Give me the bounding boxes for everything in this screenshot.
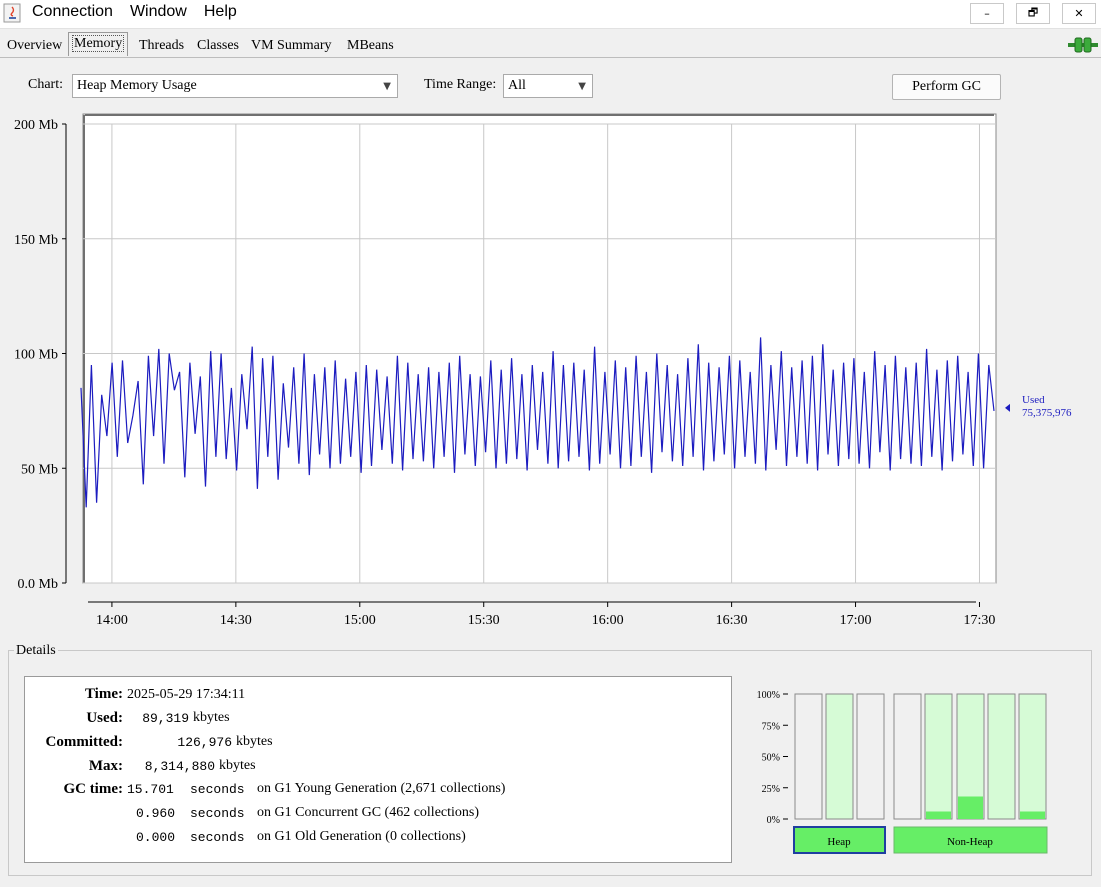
plot-area <box>82 113 997 584</box>
minimize-icon: – <box>984 7 990 20</box>
series-current-value: 75,375,976 <box>1022 407 1072 419</box>
x-tick-label: 14:30 <box>220 613 252 628</box>
used-value: 89,319 <box>142 711 189 726</box>
nonheap-pool-used-fill <box>1020 811 1045 819</box>
chevron-down-icon: ▼ <box>578 81 586 92</box>
perform-gc-button[interactable]: Perform GC <box>892 74 1001 100</box>
heap-memory-chart: 200 Mb 150 Mb 100 Mb 50 Mb 0.0 Mb 14:00 14:30 1… <box>14 113 1072 628</box>
tab-label: VM Summary <box>251 38 332 53</box>
nonheap-pool-bar <box>924 693 953 820</box>
max-value: 8,314,880 <box>144 759 215 774</box>
time-range-select[interactable]: All ▼ <box>503 74 593 98</box>
nonheap-pool-bar <box>893 693 922 820</box>
time-key: Time: <box>84 686 123 702</box>
heap-pool-bar <box>825 693 854 820</box>
tab-label: Memory <box>71 35 125 52</box>
series-name-label: Used <box>1022 394 1045 406</box>
gc-time-key: GC time: <box>63 781 123 797</box>
nonheap-pool-used-fill <box>958 796 983 819</box>
committed-value: 126,976 <box>177 735 232 750</box>
tab-threads[interactable]: Threads <box>134 34 189 56</box>
java-app-icon <box>3 3 21 23</box>
restore-button[interactable]: 🗗 <box>1016 3 1050 24</box>
gc-young-unit: seconds <box>190 782 245 797</box>
menu-bar: Connection Window Help <box>32 3 254 21</box>
details-info-box: Time: 2025-05-29 17:34:11 Used: 89,319 k… <box>24 676 732 863</box>
close-icon: ✕ <box>1074 7 1084 20</box>
x-tick-label: 15:00 <box>344 613 376 628</box>
menu-window[interactable]: Window <box>130 3 187 21</box>
y-tick-label: 50 Mb <box>21 462 58 477</box>
pool-tick-label: 50% <box>762 753 780 764</box>
gc-old-unit: seconds <box>190 830 245 845</box>
y-tick-label: 100 Mb <box>14 348 58 363</box>
x-tick-label: 17:30 <box>964 613 996 628</box>
y-tick-label: 150 Mb <box>14 233 58 248</box>
menu-connection[interactable]: Connection <box>32 3 113 21</box>
tab-label: Threads <box>139 38 185 53</box>
details-title: Details <box>14 643 58 659</box>
max-key: Max: <box>88 758 123 774</box>
time-range-value: All <box>508 78 526 93</box>
tab-overview[interactable]: Overview <box>2 34 67 56</box>
y-tick-label: 200 Mb <box>14 118 58 133</box>
gc-old-seconds: 0.000 <box>136 830 176 845</box>
chart-label: Chart: <box>28 77 63 92</box>
current-value-marker <box>1005 403 1010 412</box>
minimize-button[interactable]: – <box>970 3 1004 24</box>
nonheap-pool-used-fill <box>926 811 951 819</box>
chart-select-value: Heap Memory Usage <box>77 78 197 93</box>
tab-label: Overview <box>7 38 63 53</box>
pool-tick-label: 25% <box>762 784 780 795</box>
y-tick-label: 0.0 Mb <box>18 577 58 592</box>
close-button[interactable]: ✕ <box>1062 3 1096 24</box>
chart-select[interactable]: Heap Memory Usage ▼ <box>72 74 398 98</box>
heap-pool-bar <box>794 693 823 820</box>
used-unit: kbytes <box>193 710 230 725</box>
menu-help[interactable]: Help <box>204 3 237 21</box>
pool-tick-label: 100% <box>757 690 780 701</box>
committed-unit: kbytes <box>236 734 273 749</box>
tab-memory[interactable]: Memory <box>68 32 129 56</box>
gc-concurrent-text: on G1 Concurrent GC (462 collections) <box>257 805 480 820</box>
tab-divider <box>0 57 1101 58</box>
gc-concurrent-seconds: 0.960 <box>136 806 176 821</box>
tab-vm-summary[interactable]: VM Summary <box>246 34 337 56</box>
nonheap-pool-bar <box>1018 693 1047 820</box>
restore-icon: 🗗 <box>1027 6 1039 19</box>
x-tick-label: 17:00 <box>840 613 872 628</box>
x-tick-label: 14:00 <box>96 613 128 628</box>
gc-young-seconds: 15.701 <box>127 782 174 797</box>
title-bar: Connection Window Help – 🗗 ✕ <box>0 0 1101 29</box>
chevron-down-icon: ▼ <box>383 81 391 92</box>
x-tick-label: 15:30 <box>468 613 500 628</box>
max-unit: kbytes <box>219 758 256 773</box>
heap-button-label: Heap <box>827 836 851 848</box>
tab-label: Classes <box>197 38 239 53</box>
heap-pool-bar <box>856 693 885 820</box>
connection-plug-icon[interactable] <box>1068 36 1098 54</box>
x-tick-label: 16:00 <box>592 613 624 628</box>
pool-tick-label: 0% <box>767 815 780 826</box>
tab-classes[interactable]: Classes <box>192 34 244 56</box>
tab-label: MBeans <box>347 38 394 53</box>
nonheap-button-label: Non-Heap <box>947 836 993 848</box>
gc-young-text: on G1 Young Generation (2,671 collection… <box>257 781 506 796</box>
memory-pools-bars: 100% 75% 50% 25% 0% Heap Non-Heap <box>757 690 1048 854</box>
gc-concurrent-unit: seconds <box>190 806 245 821</box>
x-tick-label: 16:30 <box>716 613 748 628</box>
used-key: Used: <box>86 710 123 726</box>
time-range-label: Time Range: <box>424 77 497 92</box>
time-value: 2025-05-29 17:34:11 <box>127 687 246 702</box>
tab-mbeans[interactable]: MBeans <box>342 34 399 56</box>
pool-tick-label: 75% <box>762 721 780 732</box>
nonheap-pool-bar <box>987 693 1016 820</box>
tab-bar: Overview Memory Threads Classes VM Summa… <box>0 30 1101 58</box>
gc-old-text: on G1 Old Generation (0 collections) <box>257 829 466 844</box>
committed-key: Committed: <box>45 734 123 750</box>
